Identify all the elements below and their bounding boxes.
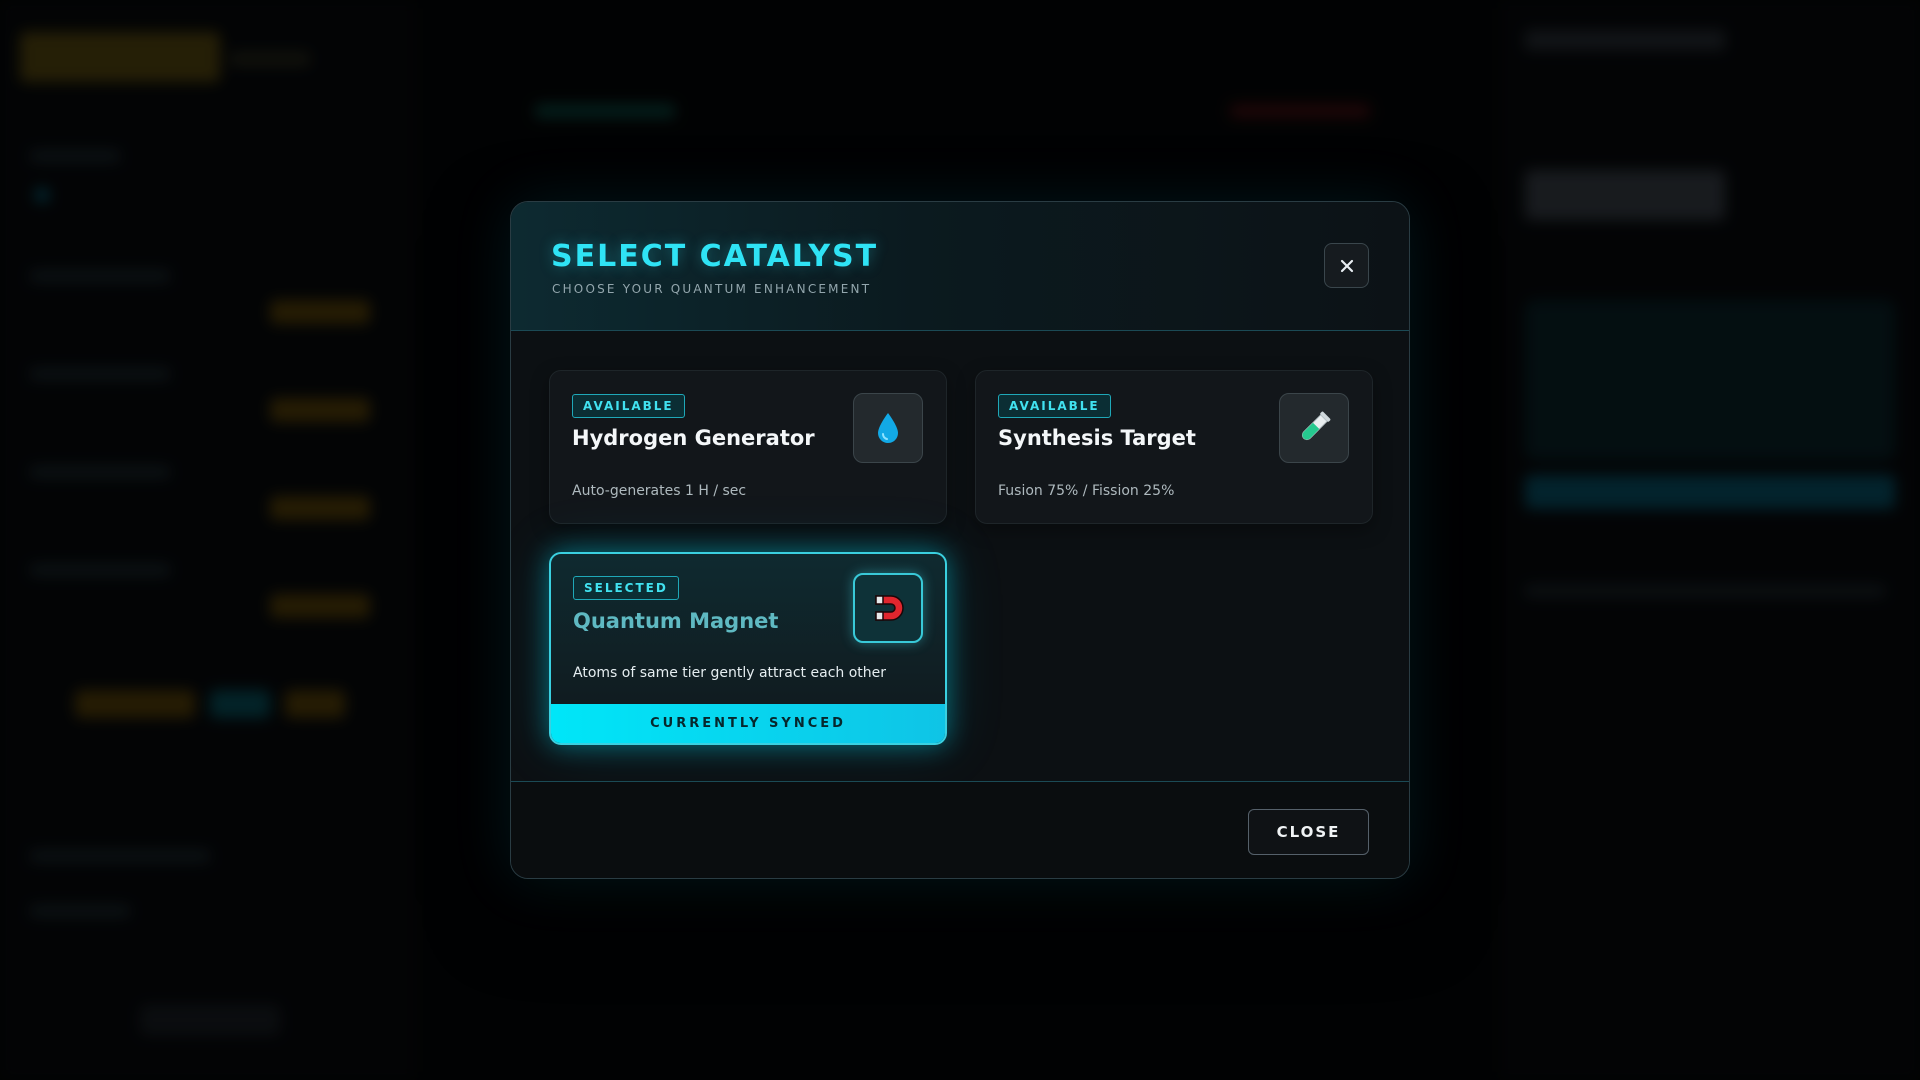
catalyst-icon-box	[853, 393, 923, 463]
status-badge: SELECTED	[573, 576, 679, 600]
close-icon	[1340, 259, 1353, 272]
status-badge: AVAILABLE	[572, 394, 685, 418]
currently-synced-bar: CURRENTLY SYNCED	[551, 704, 945, 743]
catalyst-card-synthesis-target[interactable]: AVAILABLE Synthesis Target Fusion 75% / …	[975, 370, 1373, 524]
status-badge: AVAILABLE	[998, 394, 1111, 418]
close-button[interactable]: CLOSE	[1248, 809, 1369, 855]
magnet-icon	[875, 595, 904, 621]
close-x-button[interactable]	[1324, 243, 1369, 288]
catalyst-icon-box	[853, 573, 923, 643]
catalyst-name: Quantum Magnet	[573, 609, 779, 633]
modal-header: SELECT CATALYST CHOOSE YOUR QUANTUM ENHA…	[511, 202, 1409, 331]
catalyst-description: Auto-generates 1 H / sec	[572, 483, 747, 499]
modal-subtitle: CHOOSE YOUR QUANTUM ENHANCEMENT	[552, 282, 872, 296]
catalyst-grid: AVAILABLE Hydrogen Generator Auto-genera…	[511, 332, 1409, 782]
modal-footer: CLOSE	[511, 781, 1409, 878]
water-drop-icon	[878, 413, 898, 443]
catalyst-description: Fusion 75% / Fission 25%	[998, 483, 1175, 499]
catalyst-name: Synthesis Target	[998, 426, 1196, 450]
modal-title: SELECT CATALYST	[551, 239, 879, 274]
select-catalyst-modal: SELECT CATALYST CHOOSE YOUR QUANTUM ENHA…	[510, 201, 1410, 879]
catalyst-description: Atoms of same tier gently attract each o…	[573, 665, 887, 681]
catalyst-icon-box	[1279, 393, 1349, 463]
catalyst-name: Hydrogen Generator	[572, 426, 815, 450]
catalyst-card-hydrogen-generator[interactable]: AVAILABLE Hydrogen Generator Auto-genera…	[549, 370, 947, 524]
test-tube-icon	[1301, 411, 1331, 441]
catalyst-card-quantum-magnet[interactable]: SELECTED Quantum Magnet Atoms of same ti…	[549, 552, 947, 745]
